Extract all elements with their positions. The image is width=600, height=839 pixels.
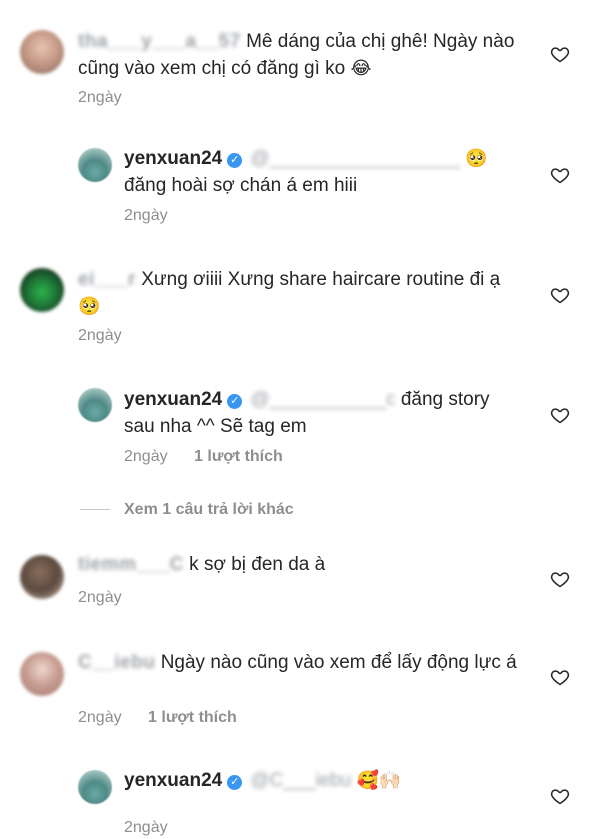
comment-text: yenxuan24 ✓ @C___iebu 🥰🙌🏻 xyxy=(124,767,524,794)
emoji: 😂 xyxy=(350,58,372,79)
username[interactable]: tha___y___a__57 xyxy=(78,31,241,52)
comment-meta: 2ngày xyxy=(124,206,168,226)
mention[interactable]: @___________c xyxy=(251,389,396,410)
username[interactable]: C__iebu xyxy=(78,652,155,673)
avatar[interactable] xyxy=(78,388,112,422)
username[interactable]: yenxuan24 xyxy=(124,148,222,169)
verified-badge-icon: ✓ xyxy=(227,394,243,409)
timestamp: 2ngày xyxy=(78,327,122,344)
comment-text: ei___r Xưng ơiiii Xưng share haircare ro… xyxy=(78,266,518,320)
comment-text: yenxuan24 ✓ @__________________ 🥺 đăng ho… xyxy=(124,145,524,199)
comment-text: tiemm___C k sợ bị đen da à xyxy=(78,551,518,578)
divider xyxy=(80,509,110,511)
username[interactable]: ei___r xyxy=(78,269,136,290)
avatar[interactable] xyxy=(20,555,64,599)
comment-meta: 2ngày 1 lượt thích xyxy=(124,447,283,467)
like-count[interactable]: 1 lượt thích xyxy=(194,448,283,465)
mention[interactable]: @__________________ xyxy=(251,148,461,169)
avatar[interactable] xyxy=(20,30,64,74)
like-heart-icon[interactable] xyxy=(550,44,570,64)
emoji: 🥰🙌🏻 xyxy=(356,770,402,791)
comment-body: đăng hoài sợ chán á em hiii xyxy=(124,175,358,196)
view-more-label[interactable]: Xem 1 câu trả lời khác xyxy=(124,501,294,518)
like-heart-icon[interactable] xyxy=(550,405,570,425)
like-heart-icon[interactable] xyxy=(550,285,570,305)
username[interactable]: yenxuan24 xyxy=(124,770,222,791)
mention[interactable]: @C___iebu xyxy=(251,770,352,791)
comment-meta: 2ngày xyxy=(78,88,122,108)
comment-body: k sợ bị đen da à xyxy=(189,554,326,575)
avatar[interactable] xyxy=(20,652,64,696)
emoji: 🥺 xyxy=(78,296,101,317)
timestamp: 2ngày xyxy=(124,819,168,836)
avatar[interactable] xyxy=(20,268,64,312)
emoji: 🥺 xyxy=(465,148,488,169)
like-heart-icon[interactable] xyxy=(550,569,570,589)
verified-badge-icon: ✓ xyxy=(227,153,243,168)
timestamp: 2ngày xyxy=(78,589,122,606)
comment-body: Ngày nào cũng vào xem để lấy động lực á xyxy=(160,652,517,673)
comment-meta: 2ngày xyxy=(78,326,122,346)
comment-text: tha___y___a__57 Mê dáng của chị ghê! Ngà… xyxy=(78,28,518,82)
timestamp: 2ngày xyxy=(124,207,168,224)
like-heart-icon[interactable] xyxy=(550,165,570,185)
timestamp: 2ngày xyxy=(78,89,122,106)
comment-text: yenxuan24 ✓ @___________c đăng story sau … xyxy=(124,386,524,440)
view-more-replies[interactable]: Xem 1 câu trả lời khác xyxy=(80,500,294,520)
timestamp: 2ngày xyxy=(124,448,168,465)
comment-meta: 2ngày xyxy=(124,818,168,838)
like-heart-icon[interactable] xyxy=(550,667,570,687)
like-heart-icon[interactable] xyxy=(550,786,570,806)
comment-body: Xưng ơiiii Xưng share haircare routine đ… xyxy=(141,269,501,290)
timestamp: 2ngày xyxy=(78,709,122,726)
like-count[interactable]: 1 lượt thích xyxy=(148,709,237,726)
verified-badge-icon: ✓ xyxy=(227,775,243,790)
comment-meta: 2ngày xyxy=(78,588,122,608)
username[interactable]: tiemm___C xyxy=(78,554,184,575)
comment-text: C__iebu Ngày nào cũng vào xem để lấy độn… xyxy=(78,649,518,676)
comment-meta: 2ngày 1 lượt thích xyxy=(78,708,237,728)
avatar[interactable] xyxy=(78,148,112,182)
username[interactable]: yenxuan24 xyxy=(124,389,222,410)
avatar[interactable] xyxy=(78,770,112,804)
